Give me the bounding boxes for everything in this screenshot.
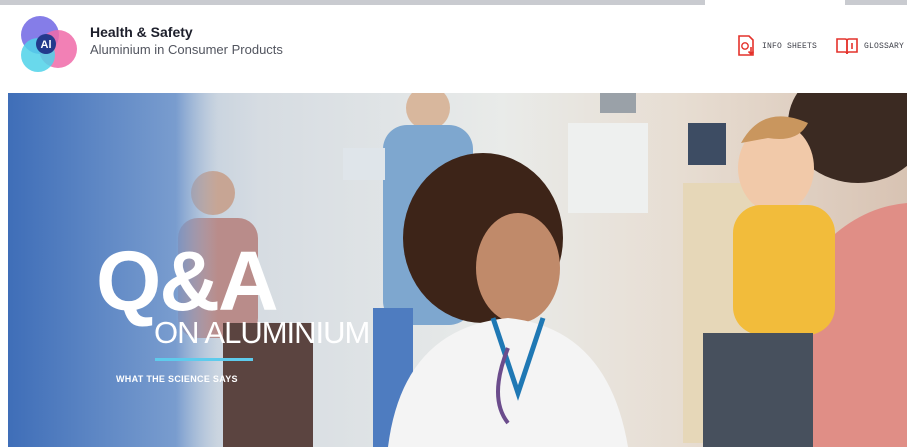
logo-text: Al [41, 39, 52, 51]
glossary-link[interactable]: GLOSSARY [836, 35, 904, 57]
info-sheets-label: INFO SHEETS [762, 41, 818, 51]
info-sheets-link[interactable]: INFO SHEETS [736, 35, 817, 57]
site-header: Al Health & Safety Aluminium in Consumer… [0, 5, 907, 93]
site-subtitle: Aluminium in Consumer Products [90, 42, 283, 57]
hero-tagline: WHAT THE SCIENCE SAYS [116, 374, 238, 384]
book-icon [836, 38, 858, 55]
hero-headline: Q&A [96, 234, 279, 328]
aluminium-logo-icon[interactable]: Al [18, 13, 80, 75]
hero-banner: Q&A ON ALUMINIUM WHAT THE SCIENCE SAYS [8, 93, 907, 447]
hero-subheadline: ON ALUMINIUM [154, 315, 370, 350]
download-document-icon [738, 35, 755, 56]
site-title[interactable]: Health & Safety [90, 24, 193, 40]
glossary-label: GLOSSARY [864, 41, 905, 51]
headline-underline [155, 358, 253, 361]
